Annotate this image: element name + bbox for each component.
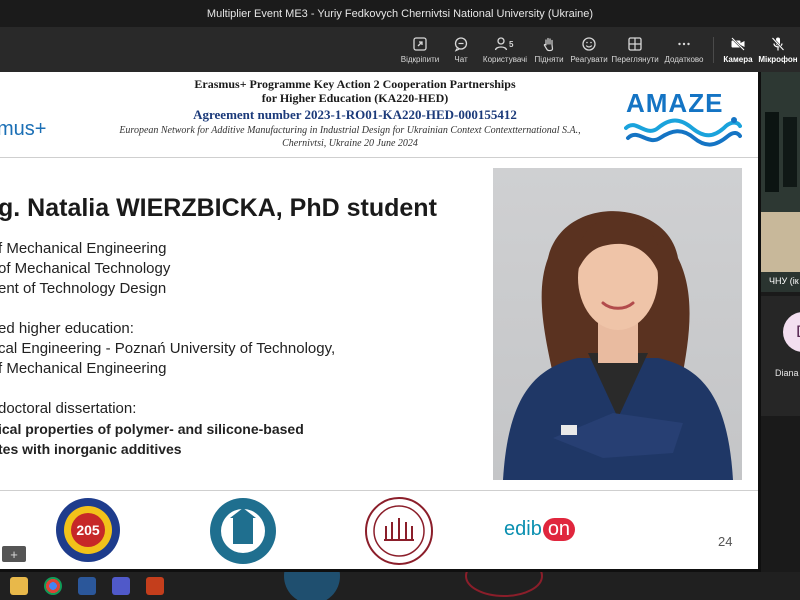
network-line-2: Chernivtsi, Ukraine 20 June 2024 (282, 138, 418, 149)
os-taskbar (0, 572, 800, 600)
info-line-dissertation-title-2: tes with inorganic additives (0, 441, 182, 457)
avatar: D (783, 312, 800, 352)
anniversary-number: 205 (76, 522, 100, 538)
microphone-button[interactable]: Мікрофон (758, 27, 798, 72)
desktop-wallpaper-emblem-icon (465, 572, 543, 597)
edibon-logo: edib on (504, 518, 576, 541)
unpin-icon (413, 36, 427, 51)
grid-view-icon (628, 36, 642, 51)
teams-icon[interactable] (112, 577, 130, 595)
chrome-icon[interactable] (44, 577, 62, 595)
info-line-faculty: f Mechanical Engineering (0, 240, 167, 257)
participant-tile-diana[interactable]: D Diana I (761, 296, 800, 416)
zoom-in-button[interactable]: + (2, 546, 26, 562)
participants-panel: ЧНУ (ік D Diana I (761, 72, 800, 572)
chat-button[interactable]: Чат (445, 27, 477, 72)
word-icon[interactable] (78, 577, 96, 595)
powerpoint-icon[interactable] (146, 577, 164, 595)
programme-line-1: Erasmus+ Programme Key Action 2 Cooperat… (194, 77, 516, 91)
programme-line-2: for Higher Education (KA220-HED) (261, 91, 449, 105)
react-button[interactable]: Реагувати (569, 27, 609, 72)
more-button[interactable]: Додатково (662, 27, 706, 72)
slide-page-number: 24 (718, 534, 733, 549)
window-title: Multiplier Event ME3 - Yuriy Fedkovych C… (206, 7, 594, 20)
portrait-illustration (503, 211, 733, 480)
raise-hand-button[interactable]: Підняти (533, 27, 565, 72)
network-line-1: European Network for Additive Manufactur… (119, 125, 581, 136)
presenter-name: g. Natalia WIERZBICKA, PhD student (0, 194, 437, 222)
poznan-university-logo (208, 496, 278, 569)
presenter-photo (493, 168, 742, 480)
programme-title: Erasmus+ Programme Key Action 2 Cooperat… (145, 77, 565, 105)
file-explorer-icon[interactable] (10, 577, 28, 595)
meeting-toolbar: Відкріпити Чат 5 Користувачі Підняти Реа… (0, 27, 800, 72)
participant-label-chnu: ЧНУ (ік (769, 276, 799, 286)
chernivtsi-university-logo (364, 496, 434, 569)
edibon-on-badge: on (542, 518, 576, 541)
agreement-number: Agreement number 2023-1-RO01-KA220-HED-0… (193, 107, 517, 122)
more-dots-icon (678, 42, 690, 45)
info-line-institute: of Mechanical Technology (0, 260, 171, 277)
footer-divider (0, 490, 758, 491)
mic-off-icon (771, 36, 785, 51)
title-bar: Multiplier Event ME3 - Yuriy Fedkovych C… (0, 0, 800, 27)
toolbar-divider (713, 37, 714, 63)
info-line-dissertation-heading: doctoral dissertation: (0, 400, 137, 417)
info-line-education-university: cal Engineering - Poznań University of T… (0, 340, 336, 357)
info-line-dissertation-title-1: ical properties of polymer- and silicone… (0, 421, 304, 437)
info-line-department: ent of Technology Design (0, 280, 167, 297)
hand-icon (543, 37, 554, 51)
smiley-icon (582, 36, 596, 51)
info-line-education-heading: ed higher education: (0, 320, 134, 337)
people-icon: 5 (494, 36, 514, 50)
politehnica-bucharest-logo: 205 (54, 496, 122, 569)
desktop-wallpaper-seal-icon (284, 572, 340, 600)
participant-tile-chnu[interactable]: ЧНУ (ік (761, 72, 800, 292)
amaze-waves-icon (624, 117, 742, 147)
view-button[interactable]: Переглянути (611, 27, 659, 72)
edibon-text: edib (504, 518, 542, 540)
camera-off-icon (731, 36, 745, 51)
poznan-seal-icon (210, 498, 276, 564)
unpin-button[interactable]: Відкріпити (400, 27, 440, 72)
erasmus-logo: mus+ (0, 118, 47, 140)
header-divider (0, 157, 758, 158)
amaze-logo: AMAZE (626, 88, 724, 118)
participant-name-diana: Diana I (775, 368, 800, 378)
politehnica-seal-icon: 205 (56, 498, 120, 562)
meeting-window: Multiplier Event ME3 - Yuriy Fedkovych C… (0, 0, 800, 600)
slide-header: Erasmus+ Programme Key Action 2 Cooperat… (0, 72, 758, 158)
presentation-slide: Erasmus+ Programme Key Action 2 Cooperat… (0, 72, 758, 569)
people-count: 5 (509, 40, 514, 49)
info-line-education-faculty: f Mechanical Engineering (0, 360, 167, 377)
camera-button[interactable]: Камера (720, 27, 756, 72)
network-title: European Network for Additive Manufactur… (70, 124, 630, 150)
chernivtsi-seal-icon (365, 497, 433, 565)
chat-icon (454, 36, 468, 52)
people-button[interactable]: 5 Користувачі (480, 27, 530, 72)
shared-screen-stage: Erasmus+ Programme Key Action 2 Cooperat… (0, 72, 800, 572)
room-video-feed (761, 72, 800, 272)
